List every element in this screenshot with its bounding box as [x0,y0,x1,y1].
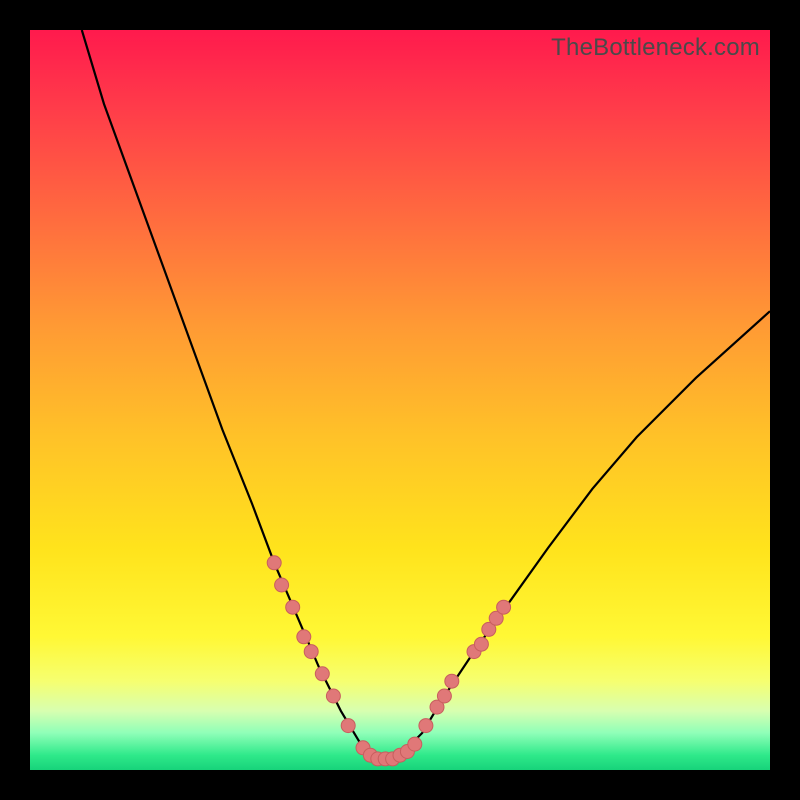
marker-dot [474,637,488,651]
marker-dot [315,667,329,681]
marker-dot [419,719,433,733]
marker-dot [497,600,511,614]
marker-dot [297,630,311,644]
highlighted-points [267,556,510,766]
marker-dot [267,556,281,570]
marker-dot [304,645,318,659]
marker-dot [341,719,355,733]
marker-dot [445,674,459,688]
marker-dot [286,600,300,614]
marker-dot [437,689,451,703]
marker-dot [408,737,422,751]
marker-dot [275,578,289,592]
bottleneck-curve [82,30,770,763]
plot-area: TheBottleneck.com [30,30,770,770]
outer-frame: TheBottleneck.com [0,0,800,800]
chart-svg [30,30,770,770]
marker-dot [326,689,340,703]
